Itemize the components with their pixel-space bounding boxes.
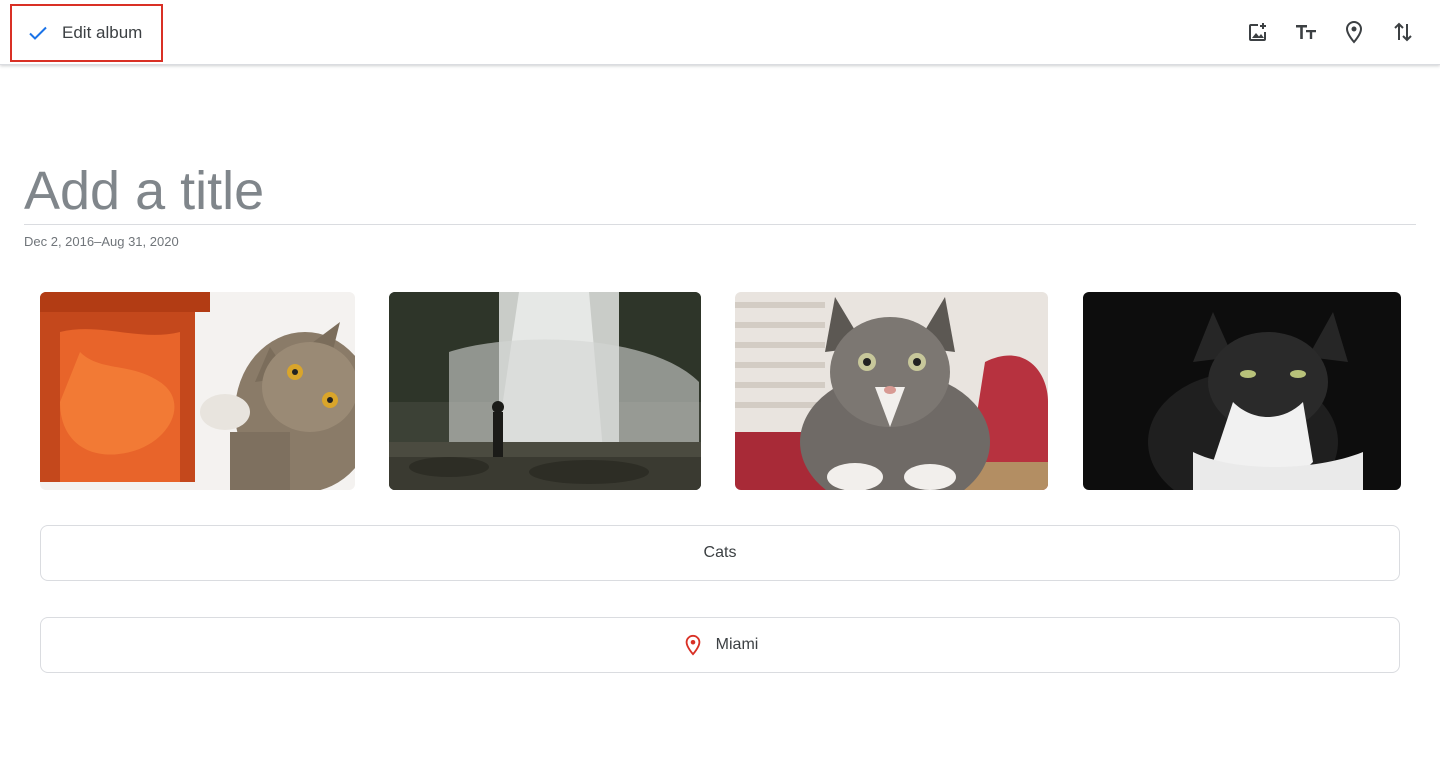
waterfall-image bbox=[389, 292, 701, 490]
photo-tabby-cat[interactable] bbox=[735, 292, 1048, 490]
text-block-cats[interactable]: Cats bbox=[40, 525, 1400, 581]
text-icon bbox=[1296, 25, 1316, 39]
date-range: Dec 2, 2016–Aug 31, 2020 bbox=[24, 234, 179, 249]
sort-button[interactable] bbox=[1387, 16, 1419, 48]
location-icon bbox=[1345, 20, 1363, 44]
add-location-button[interactable] bbox=[1338, 16, 1370, 48]
location-text: Miami bbox=[715, 636, 759, 653]
black-white-cat-image bbox=[1083, 292, 1401, 490]
add-text-button[interactable] bbox=[1290, 16, 1322, 48]
kitten-scratching-image bbox=[40, 292, 355, 490]
text-block-content: Cats bbox=[703, 544, 737, 561]
location-pin-icon bbox=[685, 634, 700, 656]
sort-icon bbox=[1394, 22, 1412, 42]
done-button[interactable]: Edit album bbox=[14, 8, 159, 58]
album-toolbar: Edit album bbox=[0, 0, 1440, 65]
add-photos-button[interactable] bbox=[1242, 16, 1274, 48]
tabby-cat-image bbox=[735, 292, 1048, 490]
add-photo-icon bbox=[1249, 23, 1266, 41]
checkmark-icon bbox=[29, 26, 47, 40]
album-title-input[interactable] bbox=[24, 158, 1416, 225]
edit-album-label: Edit album bbox=[62, 23, 143, 42]
photo-waterfall[interactable] bbox=[389, 292, 701, 490]
photo-black-white-cat[interactable] bbox=[1083, 292, 1401, 490]
location-block[interactable]: Miami bbox=[40, 617, 1400, 673]
photo-kitten-scratching[interactable] bbox=[40, 292, 355, 490]
